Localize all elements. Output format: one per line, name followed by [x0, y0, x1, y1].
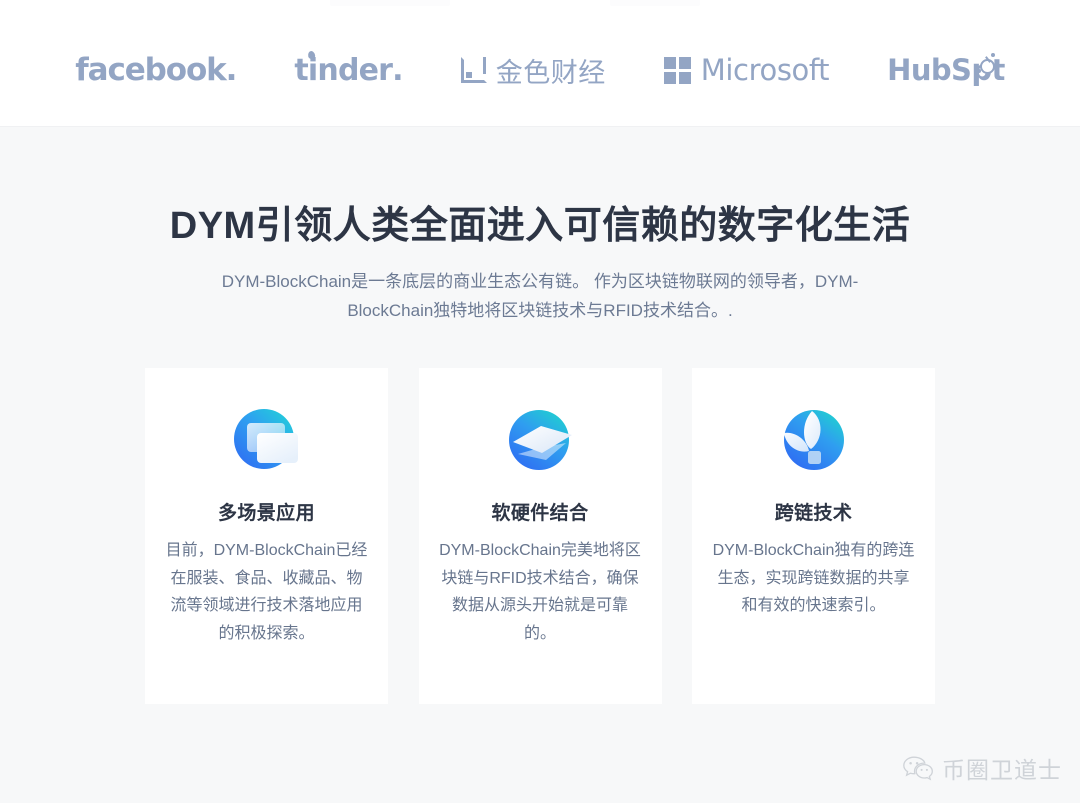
feature-card-body: DYM-BlockChain完美地将区块链与RFID技术结合，确保数据从源头开始…: [439, 542, 641, 642]
feature-card-body: DYM-BlockChain独有的跨连生态，实现跨链数据的共享和有效的快速索引。: [712, 542, 915, 615]
feature-card-body: 目前，DYM-BlockChain已经在服装、食品、收藏品、物流等领域进行技术落…: [165, 542, 368, 642]
sprocket-icon: [977, 53, 996, 74]
page-title: DYM引领人类全面进入可信赖的数字化生活: [169, 205, 911, 247]
ghost-fragment: [330, 0, 450, 6]
logo-hubspot-text-a: HubSp: [887, 53, 992, 87]
hero-head: DYM引领人类全面进入可信赖的数字化生活 DYM-BlockChain是一条底层…: [0, 127, 1080, 326]
leaf-sphere-icon: [778, 404, 850, 476]
logo-jinse-caijing[interactable]: 金色财经: [460, 51, 606, 90]
ghost-fragment: [610, 0, 700, 6]
stacked-diamonds-icon: [504, 404, 576, 476]
top-cutoff-sliver: [0, 0, 1080, 14]
watermark: 币圈卫道士: [903, 751, 1062, 785]
logo-hubspot[interactable]: HubSp t: [887, 53, 1005, 87]
logo-facebook-dot: .: [225, 51, 238, 88]
feature-card-title: 多场景应用: [217, 503, 315, 524]
feature-card[interactable]: 多场景应用 目前，DYM-BlockChain已经在服装、食品、收藏品、物流等领…: [145, 368, 388, 704]
microsoft-squares-icon: [663, 56, 691, 84]
watermark-text: 币圈卫道士: [942, 758, 1062, 784]
hero-subtitle: DYM-BlockChain是一条底层的商业生态公有链。 作为区块链物联网的领导…: [221, 271, 859, 321]
wechat-icon: [903, 755, 933, 781]
logo-facebook-text: facebook: [75, 52, 227, 88]
feature-cards-row: 多场景应用 目前，DYM-BlockChain已经在服装、食品、收藏品、物流等领…: [145, 368, 935, 704]
logo-tinder[interactable]: tinder.: [294, 49, 404, 88]
window-stack-icon: [231, 404, 303, 476]
logo-facebook[interactable]: facebook.: [75, 51, 238, 88]
feature-card-title: 软硬件结合: [491, 503, 589, 524]
jinse-bracket-icon: [460, 57, 487, 83]
logo-tinder-dot: .: [392, 52, 403, 88]
feature-card[interactable]: 软硬件结合 DYM-BlockChain完美地将区块链与RFID技术结合，确保数…: [418, 368, 662, 704]
feature-card[interactable]: 跨链技术 DYM-BlockChain独有的跨连生态，实现跨链数据的共享和有效的…: [692, 368, 935, 704]
logo-jinse-text: 金色财经: [495, 57, 606, 89]
logo-microsoft-text: Microsoft: [700, 53, 830, 87]
hero-section: DYM引领人类全面进入可信赖的数字化生活 DYM-BlockChain是一条底层…: [0, 127, 1080, 803]
feature-card-title: 跨链技术: [774, 503, 853, 524]
partner-logo-band: facebook. tinder. 金色财经 Microsoft HubSp t: [0, 14, 1080, 126]
flame-icon: [307, 49, 316, 60]
logo-microsoft[interactable]: Microsoft: [663, 53, 830, 87]
